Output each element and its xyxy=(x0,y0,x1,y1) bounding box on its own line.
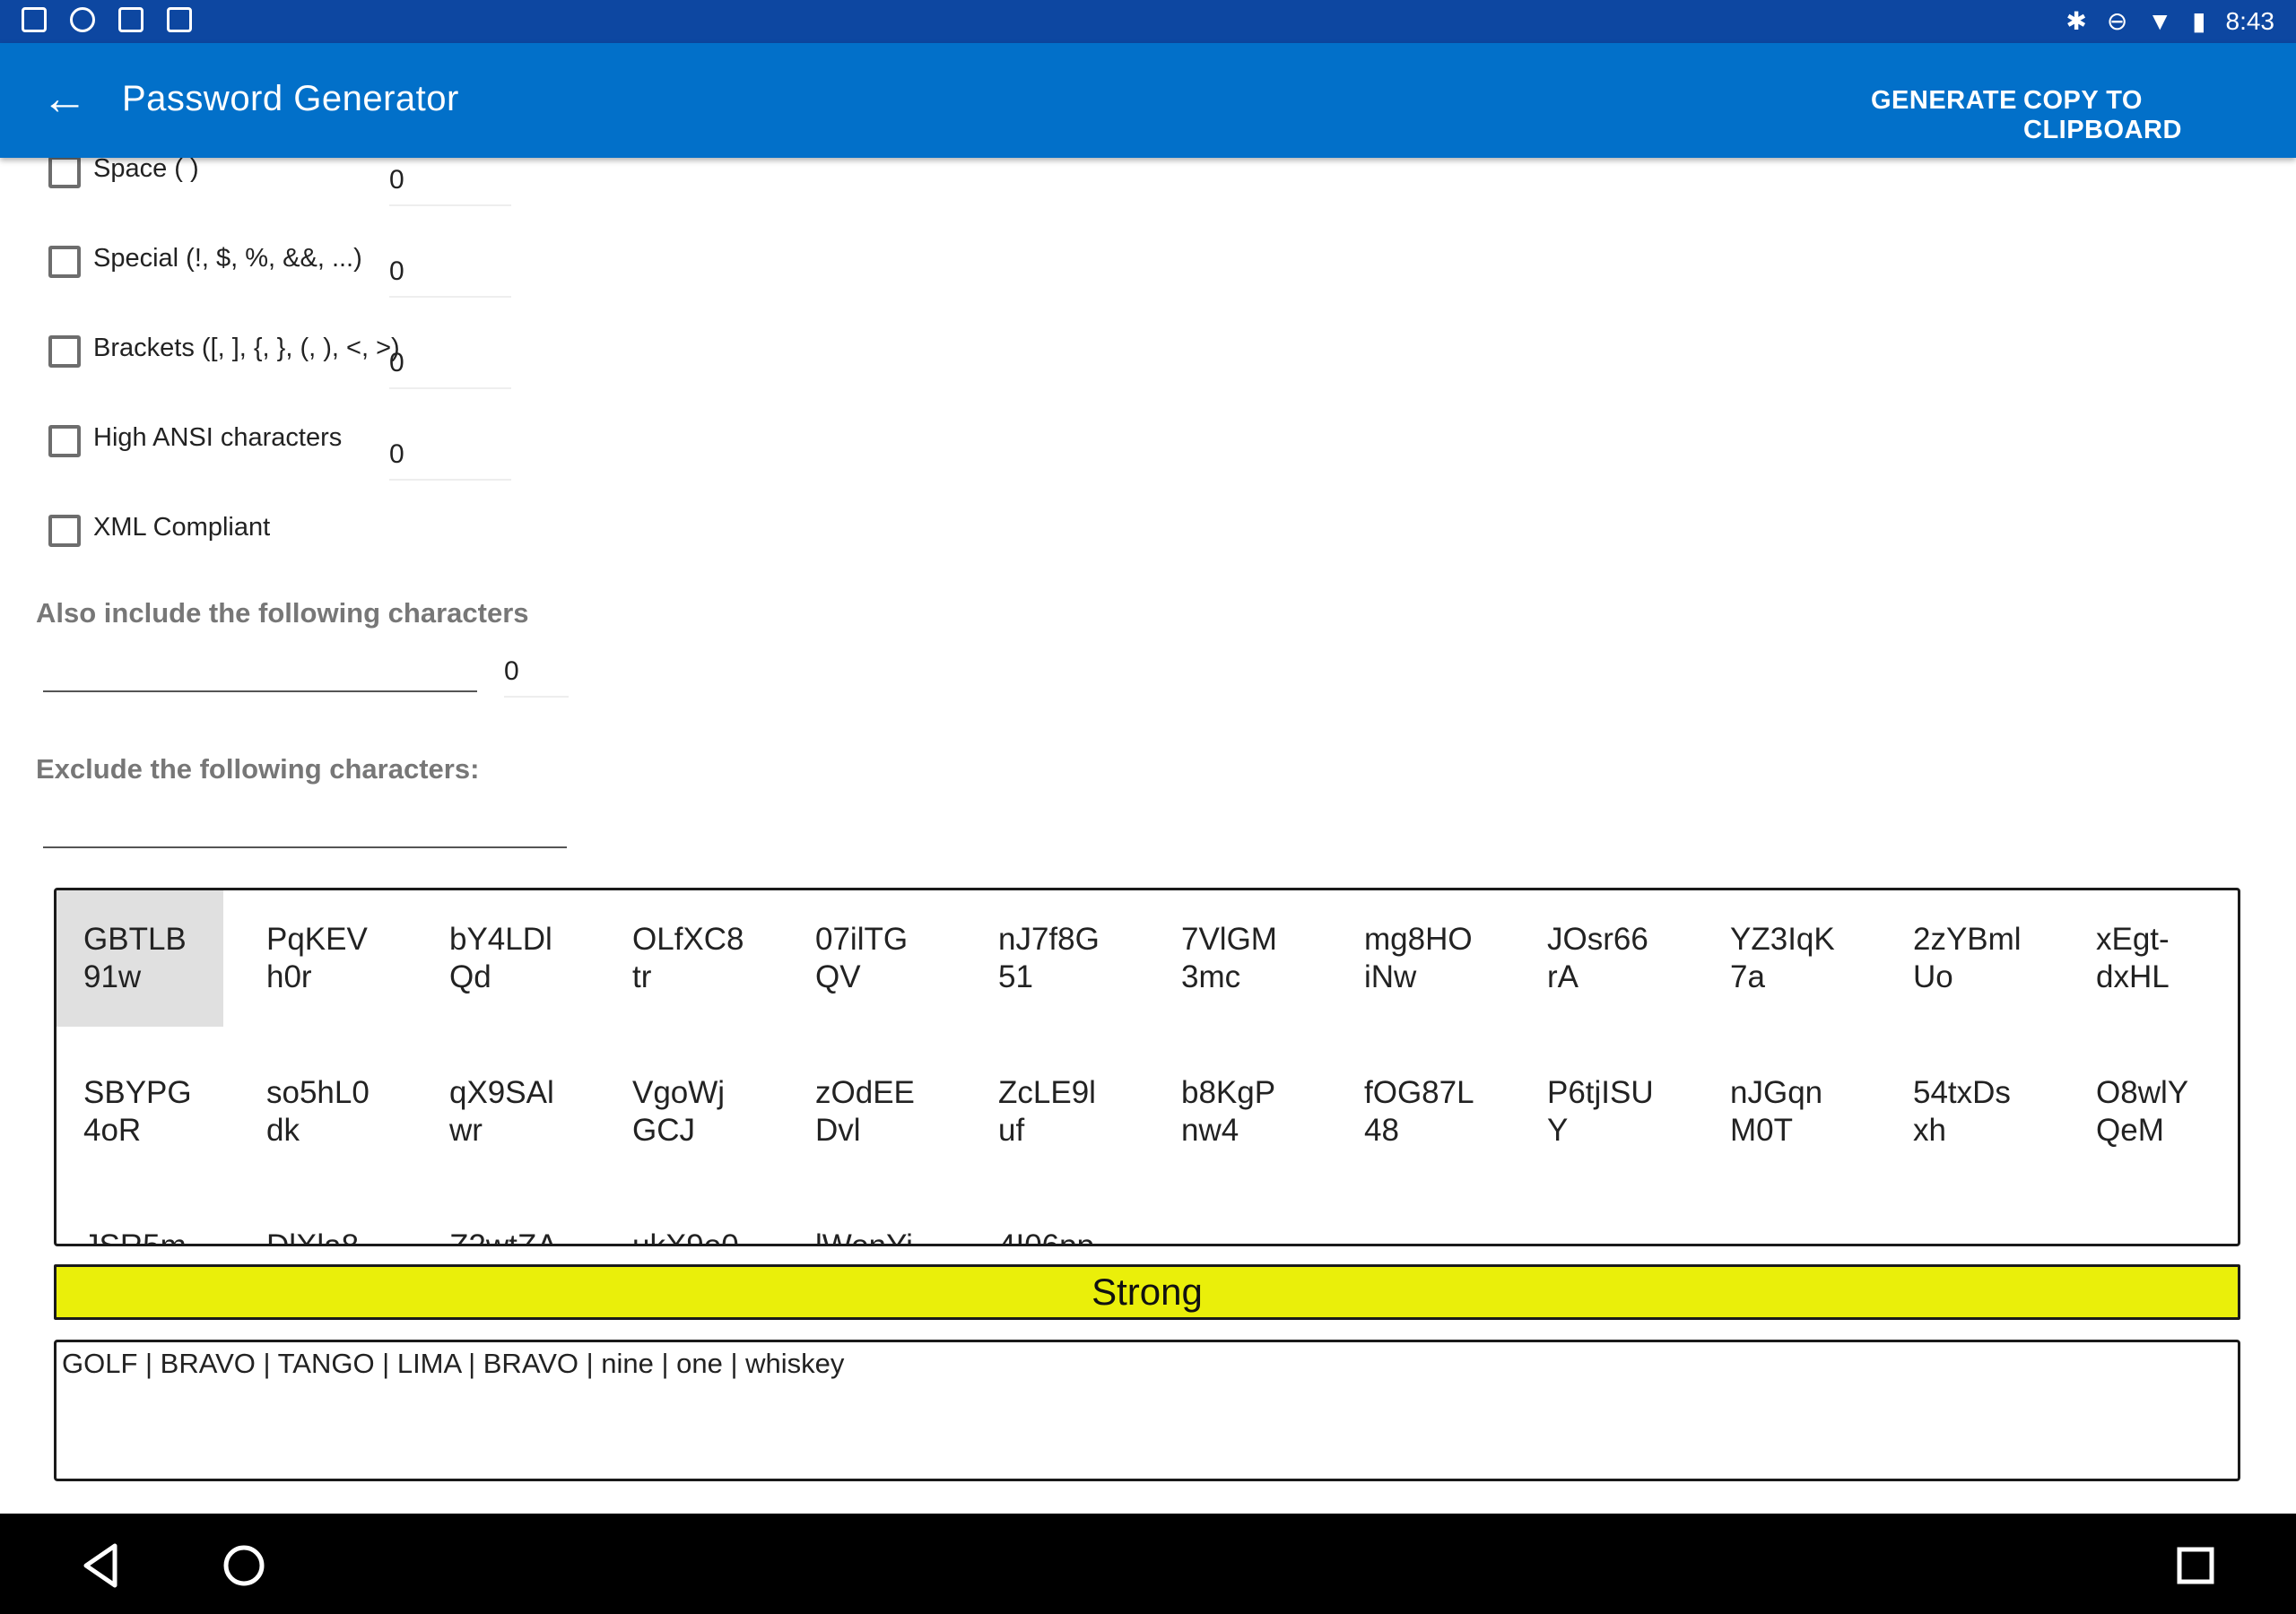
option-label: High ANSI characters xyxy=(93,423,343,452)
wifi-icon: ▼ xyxy=(2147,7,2173,35)
password-item[interactable]: 07ilTG QV xyxy=(788,890,955,1027)
password-item[interactable]: PqKEV h0r xyxy=(239,890,406,1027)
navigation-bar xyxy=(0,1514,2296,1614)
download-icon xyxy=(118,7,144,32)
password-item[interactable]: fOG87L 48 xyxy=(1337,1044,1504,1180)
password-item[interactable]: DlXla8 xyxy=(239,1197,406,1244)
space-count-field[interactable]: 0 xyxy=(389,160,511,206)
password-item[interactable]: JOsr66 rA xyxy=(1520,890,1687,1027)
space-checkbox[interactable] xyxy=(48,156,81,188)
also-include-count-field[interactable]: 0 xyxy=(504,651,569,698)
password-item[interactable]: nJ7f8G 51 xyxy=(971,890,1138,1027)
password-item[interactable]: 2zYBml Uo xyxy=(1886,890,2053,1027)
password-item[interactable]: O8wlY QeM xyxy=(2069,1044,2236,1180)
special-checkbox[interactable] xyxy=(48,246,81,278)
password-item[interactable]: ZcLE9l uf xyxy=(971,1044,1138,1180)
strength-indicator: Strong xyxy=(54,1264,2240,1320)
password-item[interactable]: P6tjISU Y xyxy=(1520,1044,1687,1180)
password-item[interactable]: YZ3IqK 7a xyxy=(1703,890,1870,1027)
also-include-input[interactable] xyxy=(43,690,477,692)
copy-to-clipboard-button[interactable]: COPY TO CLIPBOARD xyxy=(2023,86,2296,145)
option-label: XML Compliant xyxy=(93,513,271,542)
xml-compliant-checkbox[interactable] xyxy=(48,515,81,547)
password-item[interactable]: bY4LDl Qd xyxy=(422,890,589,1027)
password-item[interactable]: 7VlGM 3mc xyxy=(1154,890,1321,1027)
password-item[interactable]: b8KgP nw4 xyxy=(1154,1044,1321,1180)
option-label: Brackets ([, ], {, }, (, ), <, >) xyxy=(93,334,400,362)
password-item[interactable]: VgoWj GCJ xyxy=(605,1044,772,1180)
password-item[interactable]: 4I06pp xyxy=(971,1197,1138,1244)
system-icons: ✱ ⊖ ▼ ▮ 8:43 xyxy=(2066,4,2274,39)
app-bar: ← Password Generator GENERATE COPY TO CL… xyxy=(0,43,2296,158)
password-item[interactable]: so5hL0 dk xyxy=(239,1044,406,1180)
password-item[interactable]: JSR5m xyxy=(57,1197,223,1244)
password-item[interactable]: lWonYi xyxy=(788,1197,955,1244)
phonetic-spelling-box: GOLF | BRAVO | TANGO | LIMA | BRAVO | ni… xyxy=(54,1340,2240,1481)
recents-icon[interactable] xyxy=(2169,1539,2222,1592)
back-icon[interactable] xyxy=(74,1539,127,1592)
password-item[interactable]: GBTLB 91w xyxy=(57,890,223,1027)
clock: 8:43 xyxy=(2225,7,2275,35)
page-title: Password Generator xyxy=(122,79,459,118)
high-ansi-count-field[interactable]: 0 xyxy=(389,434,511,481)
password-item[interactable]: Z2wtZA xyxy=(422,1197,589,1244)
password-item[interactable]: SBYPG 4oR xyxy=(57,1044,223,1180)
back-arrow-icon[interactable]: ← xyxy=(36,70,93,127)
exclude-label: Exclude the following characters: xyxy=(36,753,480,785)
notification-icons xyxy=(22,7,192,32)
status-bar: ✱ ⊖ ▼ ▮ 8:43 xyxy=(0,0,2296,43)
battery-icon: ▮ xyxy=(2192,7,2206,35)
bluetooth-icon: ✱ xyxy=(2066,7,2087,35)
briefcase-icon xyxy=(167,7,192,32)
option-label: Special (!, $, %, &&, ...) xyxy=(93,244,362,273)
exclude-input[interactable] xyxy=(43,846,567,848)
password-item[interactable]: 54txDs xh xyxy=(1886,1044,2053,1180)
password-item[interactable]: nJGqn M0T xyxy=(1703,1044,1870,1180)
password-item[interactable]: xEgt- dxHL xyxy=(2069,890,2236,1027)
special-count-field[interactable]: 0 xyxy=(389,251,511,298)
option-label: Space ( ) xyxy=(93,154,199,183)
password-item[interactable]: zOdEE Dvl xyxy=(788,1044,955,1180)
shield-icon xyxy=(70,7,95,32)
generate-button[interactable]: GENERATE xyxy=(1871,86,2017,116)
also-include-label: Also include the following characters xyxy=(36,597,529,629)
brackets-count-field[interactable]: 0 xyxy=(389,343,511,389)
image-icon xyxy=(22,7,47,32)
brackets-checkbox[interactable] xyxy=(48,335,81,368)
password-item[interactable]: ukX9o0 xyxy=(605,1197,772,1244)
high-ansi-checkbox[interactable] xyxy=(48,425,81,457)
home-icon[interactable] xyxy=(217,1539,271,1592)
do-not-disturb-icon: ⊖ xyxy=(2106,7,2128,35)
password-item[interactable]: qX9SAl wr xyxy=(422,1044,589,1180)
password-list[interactable]: GBTLB 91w PqKEV h0r bY4LDl Qd OLfXC8 tr … xyxy=(54,888,2240,1246)
password-item[interactable]: mg8HO iNw xyxy=(1337,890,1504,1027)
password-item[interactable]: OLfXC8 tr xyxy=(605,890,772,1027)
